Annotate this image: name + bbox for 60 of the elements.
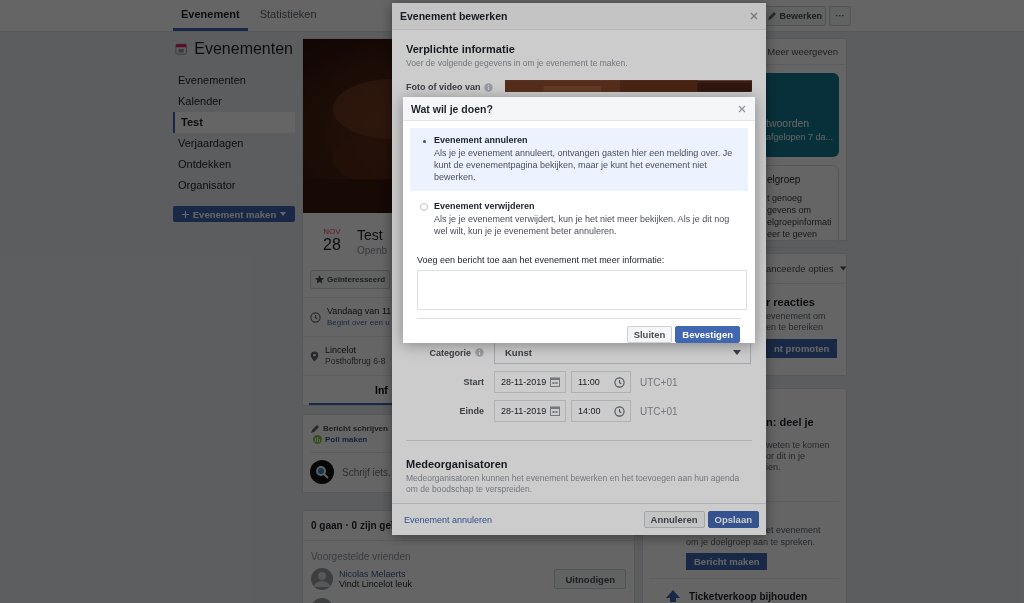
date-field[interactable]: 28-11-2019 <box>494 371 566 393</box>
timezone: UTC+01 <box>640 405 678 417</box>
sidebar-item[interactable]: Organisator <box>173 175 295 196</box>
audience-text: eer te geven <box>767 229 819 239</box>
time-field[interactable]: 11:00 <box>571 371 631 393</box>
promote-title: r reacties <box>766 296 815 308</box>
cancel-button[interactable]: Annuleren <box>643 511 705 528</box>
sidebar-item[interactable]: Ontdekken <box>173 154 295 175</box>
event-address: Posthofbrug 6-8 <box>325 356 386 367</box>
option-description: Als je je evenement verwijdert, kun je het niet meer bekijken. Als je dit nog wel wilt, kun je je evenement beter annuleren. <box>434 213 731 237</box>
audience-title: elgroep <box>767 174 802 185</box>
audience-text: gevens om <box>767 205 813 215</box>
field-label: Einde <box>459 406 484 416</box>
message-label: Voeg een bericht toe aan het evenement met meer informatie: <box>417 255 666 265</box>
friend-note: Vindt Lincelot leuk <box>339 579 413 589</box>
interested-button[interactable]: Geïnteresseerd <box>310 270 391 289</box>
edit-button[interactable]: Bewerken <box>763 5 826 26</box>
write-post-button[interactable]: Bericht schrijven <box>310 423 388 434</box>
invite-button[interactable]: Uitnodigen <box>554 569 626 589</box>
sidebar-item[interactable]: Verjaardagen <box>173 133 295 154</box>
save-button[interactable]: Opslaan <box>707 511 759 528</box>
audience-text: t genoeg <box>767 193 804 203</box>
cancel-event-link[interactable]: Evenement annuleren <box>404 514 493 525</box>
insight-title: twoorden <box>766 117 811 129</box>
share-title: n: deel je <box>766 416 814 428</box>
more-button[interactable]: ··· <box>829 5 851 26</box>
close-button[interactable]: Sluiten <box>626 326 673 343</box>
audience-text: elgroepinformati <box>767 217 833 227</box>
dialog-title: Evenement bewerken <box>400 10 508 22</box>
sidebar-item[interactable]: Kalender <box>173 91 295 112</box>
create-post-button[interactable]: Bericht maken <box>686 553 768 570</box>
event-time: Vandaag van 11 <box>327 306 392 317</box>
poll-button[interactable]: Poll maken <box>310 434 368 445</box>
field-label: Start <box>463 377 484 387</box>
tab[interactable]: Statistieken <box>251 0 325 31</box>
timezone: UTC+01 <box>640 376 678 388</box>
section-title: Medeorganisatoren <box>406 458 509 470</box>
share-text: weten te komen <box>766 440 830 451</box>
ticket-title: Ticketverkoop bijhouden <box>689 590 808 602</box>
event-place: Lincelot <box>325 345 358 356</box>
sidebar-title: Evenementen <box>194 40 293 58</box>
create-event-button[interactable]: Evenement maken <box>173 206 295 222</box>
confirm-button[interactable]: Bevestigen <box>675 326 740 343</box>
show-more-link[interactable]: Meer weergeven <box>767 46 838 57</box>
field-label: Categorie <box>429 347 471 358</box>
insight-note: afgelopen 7 da... <box>766 132 835 142</box>
sidebar-item[interactable]: Evenementen <box>173 70 295 91</box>
category-select[interactable]: Kunst <box>494 341 751 364</box>
tab[interactable]: Evenement <box>173 0 248 31</box>
options-menu[interactable]: anceerde opties <box>766 263 834 274</box>
section-hint: Medeorganisatoren kunnen het evenement bewerken en het toevoegen aan hun agenda om de boodschap te verspreiden. <box>406 473 741 495</box>
date-field[interactable]: 28-11-2019 <box>494 400 566 422</box>
event-title: Test <box>357 227 384 243</box>
promote-button[interactable]: nt promoten <box>766 339 838 358</box>
friend-name[interactable]: Nicolas Melaerts <box>339 569 549 579</box>
event-day: 28 <box>323 236 341 254</box>
option-card[interactable]: Evenement verwijderen Als je je evenement verwijdert, kun je het niet meer bekijken. Als je dit nog wel wilt, kun je je evenement beter annuleren. <box>410 194 748 245</box>
sidebar-item[interactable]: Test <box>173 112 295 133</box>
time-field[interactable]: 14:00 <box>571 400 631 422</box>
event-month: NOV <box>323 227 341 236</box>
